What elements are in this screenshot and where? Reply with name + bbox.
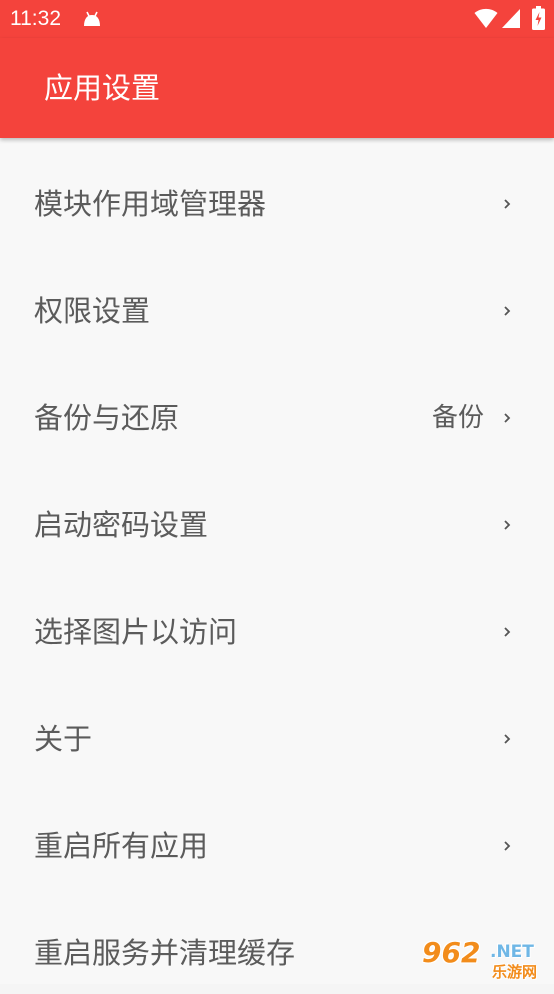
settings-item-permissions[interactable]: 权限设置 — [0, 245, 554, 352]
battery-charging-icon — [532, 6, 545, 30]
chevron-right-icon — [504, 627, 511, 637]
settings-item-value: 备份 — [431, 403, 484, 433]
settings-item-restart-all-apps[interactable]: 重启所有应用 — [0, 780, 554, 887]
settings-item-label: 启动密码设置 — [34, 508, 209, 542]
settings-item-select-image[interactable]: 选择图片以访问 — [0, 566, 554, 673]
settings-item-startup-password[interactable]: 启动密码设置 — [0, 459, 554, 566]
status-time: 11:32 — [10, 7, 61, 30]
settings-item-label: 权限设置 — [34, 294, 151, 328]
chevron-right-icon — [504, 841, 511, 851]
chevron-right-icon — [504, 306, 511, 316]
settings-item-label: 选择图片以访问 — [34, 615, 238, 649]
settings-item-module-scope-manager[interactable]: 模块作用域管理器 — [0, 138, 554, 245]
settings-item-label: 重启所有应用 — [34, 829, 209, 863]
watermark-domain: .NET — [490, 942, 534, 962]
page-title: 应用设置 — [44, 71, 161, 105]
settings-item-label: 模块作用域管理器 — [34, 187, 267, 221]
android-icon — [84, 11, 100, 26]
status-bar: 11:32 — [0, 0, 554, 38]
chevron-right-icon — [504, 199, 511, 209]
app-bar: 应用设置 — [0, 38, 554, 138]
watermark-number: 962 — [422, 936, 481, 969]
settings-list: 模块作用域管理器 权限设置 备份与还原 备份 启动密码设置 选择图片以访问 关于 — [0, 138, 554, 984]
watermark-site-name: 乐游网 — [492, 963, 538, 981]
chevron-right-icon — [504, 520, 511, 530]
settings-item-label: 备份与还原 — [34, 401, 180, 435]
signal-icon — [502, 9, 520, 28]
settings-item-label: 关于 — [34, 722, 93, 756]
settings-item-backup-restore[interactable]: 备份与还原 备份 — [0, 352, 554, 459]
chevron-right-icon — [504, 413, 511, 423]
chevron-right-icon — [504, 734, 511, 744]
wifi-icon — [474, 8, 498, 28]
site-watermark: 962 .NET 乐游网 — [414, 936, 550, 982]
settings-item-label: 重启服务并清理缓存 — [34, 936, 296, 970]
settings-item-about[interactable]: 关于 — [0, 673, 554, 780]
